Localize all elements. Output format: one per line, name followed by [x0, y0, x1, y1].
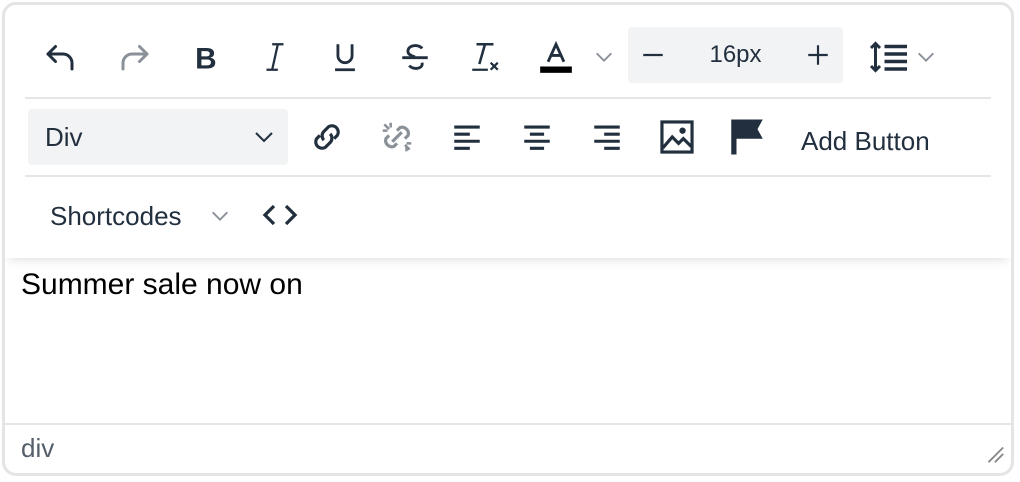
strikethrough-button[interactable]: [393, 35, 437, 79]
clear-formatting-icon: [472, 42, 499, 71]
text-color-dropdown[interactable]: [591, 43, 617, 71]
status-bar: div: [5, 423, 1011, 473]
decrease-font-size-button[interactable]: [628, 27, 678, 83]
toolbar-row-insert: Div Add Button: [25, 97, 991, 177]
unlink-button[interactable]: [373, 115, 421, 159]
insert-anchor-button[interactable]: [721, 113, 773, 161]
text-color-button[interactable]: [533, 35, 579, 79]
resize-handle-icon: [987, 446, 1004, 463]
underline-button[interactable]: [323, 35, 367, 79]
element-path[interactable]: div: [21, 433, 54, 464]
link-icon: [314, 124, 340, 150]
insert-image-button[interactable]: [653, 115, 701, 159]
plus-icon: [808, 45, 828, 65]
increase-font-size-button[interactable]: [793, 27, 843, 83]
shortcodes-menu[interactable]: Shortcodes: [50, 201, 182, 232]
redo-icon: [121, 45, 149, 71]
block-format-value: Div: [45, 122, 83, 152]
align-left-icon: [454, 125, 480, 150]
toolbar-row-extras: Shortcodes: [25, 175, 991, 247]
unlink-icon: [382, 122, 412, 152]
insert-link-button[interactable]: [303, 115, 351, 159]
align-center-button[interactable]: [513, 115, 561, 159]
code-icon: [262, 204, 298, 226]
content-paragraph[interactable]: Summer sale now on: [21, 268, 303, 302]
undo-button[interactable]: [38, 35, 82, 79]
chevron-down-icon: [212, 211, 228, 221]
editor-content-area[interactable]: Summer sale now on: [5, 258, 1011, 430]
undo-icon: [46, 45, 74, 71]
rich-text-editor: B 16px Div Add Button Shortcodes Summer …: [2, 2, 1014, 476]
strikethrough-icon: [402, 44, 428, 70]
line-height-icon: [869, 41, 907, 73]
add-button-button[interactable]: Add Button: [801, 126, 930, 157]
underline-icon: [335, 44, 355, 72]
chevron-down-icon: [252, 125, 276, 154]
toolbar-row-formatting: B 16px: [25, 17, 991, 95]
flag-icon: [731, 119, 763, 155]
resize-handle[interactable]: [983, 442, 1005, 469]
align-right-button[interactable]: [583, 115, 631, 159]
italic-icon: [266, 43, 284, 71]
source-code-button[interactable]: [259, 195, 301, 235]
chevron-down-icon: [596, 52, 612, 62]
svg-text:B: B: [195, 42, 217, 74]
redo-button[interactable]: [113, 35, 157, 79]
text-color-icon: [540, 40, 572, 73]
bold-icon: B: [195, 42, 217, 74]
editor-toolbar: B 16px Div Add Button Shortcodes: [5, 5, 1011, 258]
align-left-button[interactable]: [443, 115, 491, 159]
minus-icon: [643, 53, 663, 57]
bold-button[interactable]: B: [183, 35, 227, 79]
shortcodes-dropdown[interactable]: [205, 201, 235, 231]
font-size-stepper: 16px: [628, 27, 843, 83]
align-right-icon: [594, 125, 620, 150]
line-height-dropdown[interactable]: [913, 43, 939, 71]
italic-button[interactable]: [253, 35, 297, 79]
image-icon: [660, 120, 694, 154]
chevron-down-icon: [918, 52, 934, 62]
line-height-button[interactable]: [865, 35, 913, 79]
block-format-select[interactable]: Div: [28, 109, 288, 165]
clear-formatting-button[interactable]: [463, 35, 507, 79]
font-size-input[interactable]: 16px: [678, 27, 793, 83]
align-center-icon: [524, 125, 550, 150]
